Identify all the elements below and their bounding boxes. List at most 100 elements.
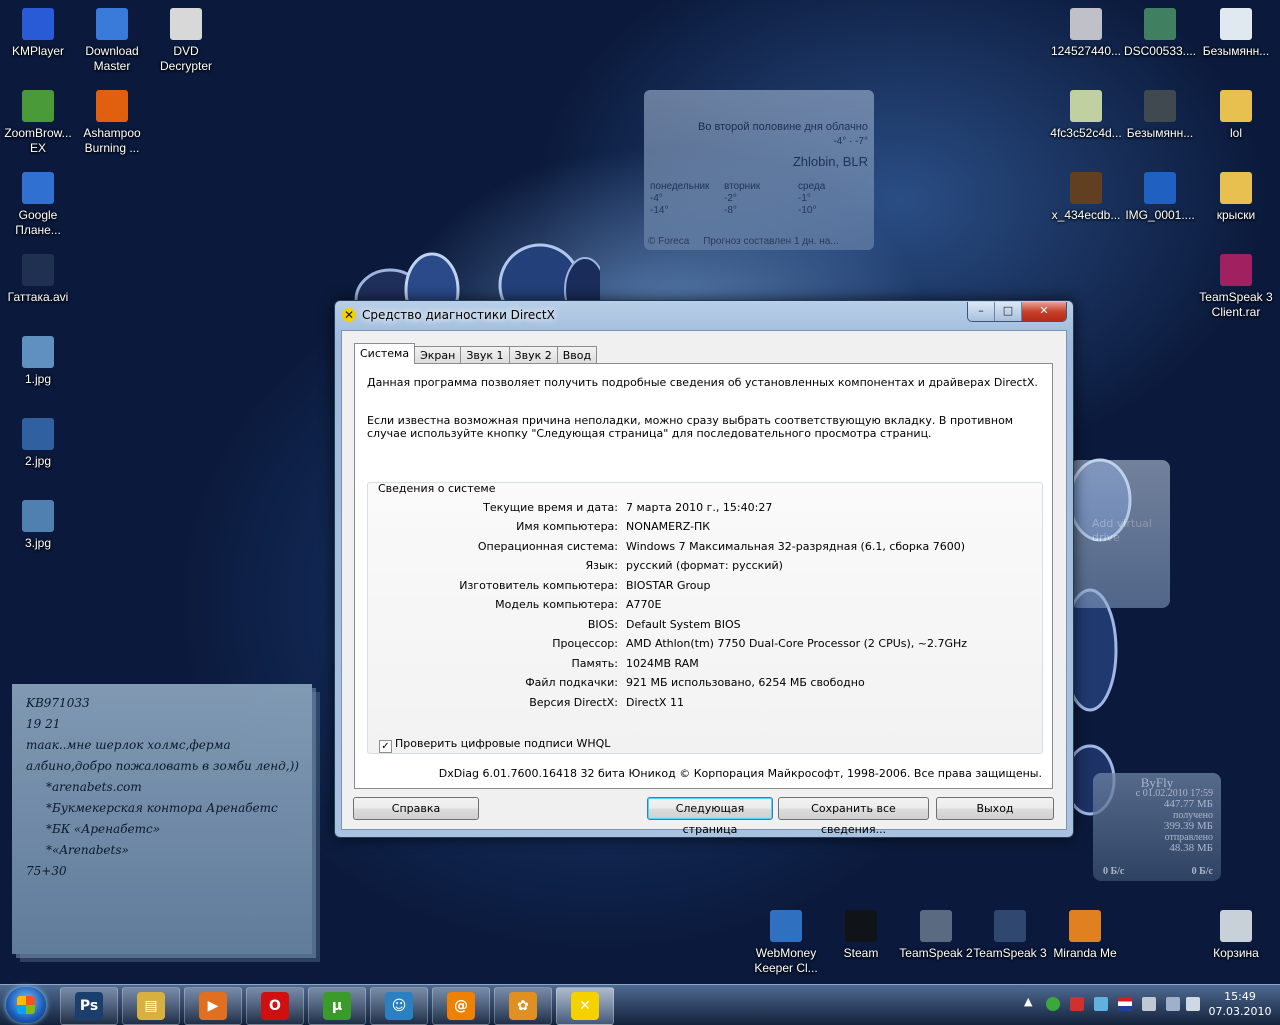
ashampoo-icon <box>96 90 128 122</box>
desktop-icon[interactable]: 2.jpg <box>0 418 76 469</box>
next-page-button[interactable]: Следующая страница <box>647 797 773 836</box>
miranda-icon <box>1069 910 1101 942</box>
close-button[interactable]: ✕ <box>1022 302 1066 321</box>
desktop-icon-label: Безымянн... <box>1202 44 1270 58</box>
taskbar-clock[interactable]: 15:49 07.03.2010 <box>1204 989 1276 1019</box>
sticky-note[interactable]: KB971033 19 21 таак..мне шерлок холмс,фе… <box>12 684 312 954</box>
exit-button[interactable]: Выход <box>936 797 1054 820</box>
daemon-tools-gadget[interactable]: Add virtual drive <box>1070 460 1170 608</box>
taskbar-button[interactable]: ▶ <box>184 987 242 1025</box>
desktop-icon[interactable]: KMPlayer <box>0 8 76 59</box>
taskbar-button[interactable]: ▤ <box>122 987 180 1025</box>
whql-checkbox-row[interactable]: ✓ Проверить цифровые подписи WHQL <box>379 737 610 753</box>
image-file-icon <box>1220 8 1252 40</box>
desktop-icon[interactable]: TeamSpeak 3 <box>972 910 1048 961</box>
weather-footer: © Foreca Прогноз составлен 1 дн. на... <box>648 236 870 247</box>
desktop-icon-label: Безымянн... <box>1126 126 1194 140</box>
tray-messenger-icon[interactable] <box>1094 997 1108 1011</box>
desktop-icon[interactable]: x_434ecdb... <box>1048 172 1124 223</box>
network-icon[interactable] <box>1166 997 1180 1011</box>
desktop-icon[interactable]: Гаттака.avi <box>0 254 76 305</box>
help-button[interactable]: Справка <box>353 797 479 820</box>
info-label: Версия DirectX: <box>529 696 618 709</box>
taskbar-button[interactable]: ☺ <box>370 987 428 1025</box>
desktop-icon[interactable]: 4fc3c52c4d... <box>1048 90 1124 141</box>
windows-logo-icon <box>17 996 35 1014</box>
desktop-icon[interactable]: TeamSpeak 3 Client.rar <box>1198 254 1274 320</box>
video-file-icon <box>22 254 54 286</box>
desktop-icon[interactable]: Безымянн... <box>1122 90 1198 141</box>
weather-day: вторник -2° -8° <box>724 181 761 216</box>
taskbar-button[interactable]: Ps <box>60 987 118 1025</box>
intro-hint-text: Если известна возможная причина неполадк… <box>367 414 1014 440</box>
desktop-icon[interactable]: 1.jpg <box>0 336 76 387</box>
tray-antivirus-icon[interactable] <box>1070 997 1084 1011</box>
image-file-icon <box>1070 90 1102 122</box>
add-virtual-drive-label[interactable]: Add virtual drive <box>1092 517 1170 545</box>
whql-checkbox[interactable]: ✓ <box>379 740 392 753</box>
tab-input[interactable]: Ввод <box>556 346 598 364</box>
info-label: Язык: <box>585 559 618 572</box>
desktop-icon[interactable]: Miranda Me <box>1047 910 1123 961</box>
mail-agent-icon: @ <box>447 992 475 1020</box>
taskbar: Ps ▤ ▶ Oµ ☺ @ ✿ ✕ ▲ 15:49 07.03.2010 <box>0 984 1280 1025</box>
desktop-icon[interactable]: ZoomBrow... EX <box>0 90 76 156</box>
utorrent-icon: µ <box>323 992 351 1020</box>
desktop-icon[interactable]: DSC00533.... <box>1122 8 1198 59</box>
tab-system[interactable]: Система <box>354 343 416 364</box>
taskbar-button[interactable]: @ <box>432 987 490 1025</box>
tab-sound-2[interactable]: Звук 2 <box>508 346 558 364</box>
minimize-button[interactable]: – <box>968 302 995 321</box>
tray-app-icon[interactable] <box>1046 997 1060 1011</box>
taskbar-button[interactable]: O <box>246 987 304 1025</box>
desktop-icon[interactable]: WebMoney Keeper Cl... <box>748 910 824 976</box>
info-label: Изготовитель компьютера: <box>459 579 618 592</box>
desktop-icon[interactable]: Ashampoo Burning ... <box>74 90 150 156</box>
window-titlebar[interactable]: ✕ Средство диагностики DirectX – □ ✕ <box>335 301 1073 329</box>
desktop-icon[interactable]: Корзина <box>1198 910 1274 961</box>
desktop-icon[interactable]: Steam <box>823 910 899 961</box>
start-button[interactable] <box>6 987 46 1023</box>
desktop-icon[interactable]: 124527440... <box>1048 8 1124 59</box>
byfly-recv: 399.39 МБ <box>1163 820 1213 832</box>
group-title: Сведения о системе <box>378 482 496 495</box>
weather-gadget[interactable]: Во второй половине дня облачно -4° · -7°… <box>644 90 874 250</box>
info-row-manufacturer: Изготовитель компьютера: BIOSTAR Group <box>368 579 1042 593</box>
note-line: таак..мне шерлок холмс,ферма <box>26 738 231 752</box>
desktop-icon[interactable]: DVD Decrypter <box>148 8 224 74</box>
show-hidden-icons-icon[interactable]: ▲ <box>1024 995 1032 1008</box>
desktop-icon[interactable]: Google Плане... <box>0 172 76 238</box>
desktop-icon[interactable]: крыски <box>1198 172 1274 223</box>
desktop-icon-label: Ashampoo Burning ... <box>83 126 141 155</box>
taskbar-button[interactable]: ✿ <box>494 987 552 1025</box>
tab-sound-1[interactable]: Звук 1 <box>460 346 510 364</box>
volume-icon[interactable] <box>1186 997 1200 1011</box>
desktop-icon[interactable]: IMG_0001.... <box>1122 172 1198 223</box>
info-label: Имя компьютера: <box>516 520 618 533</box>
taskbar-button[interactable]: ✕ <box>556 987 614 1025</box>
intro-text: Данная программа позволяет получить подр… <box>367 376 1038 389</box>
kmplayer-icon <box>22 8 54 40</box>
desktop-icon[interactable]: TeamSpeak 2 <box>898 910 974 961</box>
taskbar-button[interactable]: µ <box>308 987 366 1025</box>
note-line: албино,добро пожаловать в зомби ленд,)) <box>26 759 299 773</box>
info-row-datetime: Текущие время и дата: 7 марта 2010 г., 1… <box>368 501 1042 515</box>
note-line: KB971033 <box>26 696 90 710</box>
desktop-icon[interactable]: Безымянн... <box>1198 8 1274 59</box>
info-value: A770E <box>626 598 662 611</box>
save-all-info-button[interactable]: Сохранить все сведения... <box>778 797 929 836</box>
info-value: AMD Athlon(tm) 7750 Dual-Core Processor … <box>626 637 968 650</box>
desktop-icon-label: Steam <box>843 946 879 960</box>
recycle-bin-icon <box>1220 910 1252 942</box>
language-flag-icon[interactable] <box>1118 997 1132 1011</box>
desktop-icon[interactable]: Download Master <box>74 8 150 74</box>
desktop-icon[interactable]: 3.jpg <box>0 500 76 551</box>
image-file-icon <box>22 336 54 368</box>
maximize-button[interactable]: □ <box>995 302 1022 321</box>
tab-display[interactable]: Экран <box>414 346 462 364</box>
image-file-icon <box>22 500 54 532</box>
byfly-traffic-gadget[interactable]: ByFly с 01.02.2010 17:59 447.77 МБ получ… <box>1093 773 1221 881</box>
weather-condition: Во второй половине дня облачно <box>698 121 868 133</box>
action-center-icon[interactable] <box>1142 997 1156 1011</box>
desktop-icon[interactable]: lol <box>1198 90 1274 141</box>
